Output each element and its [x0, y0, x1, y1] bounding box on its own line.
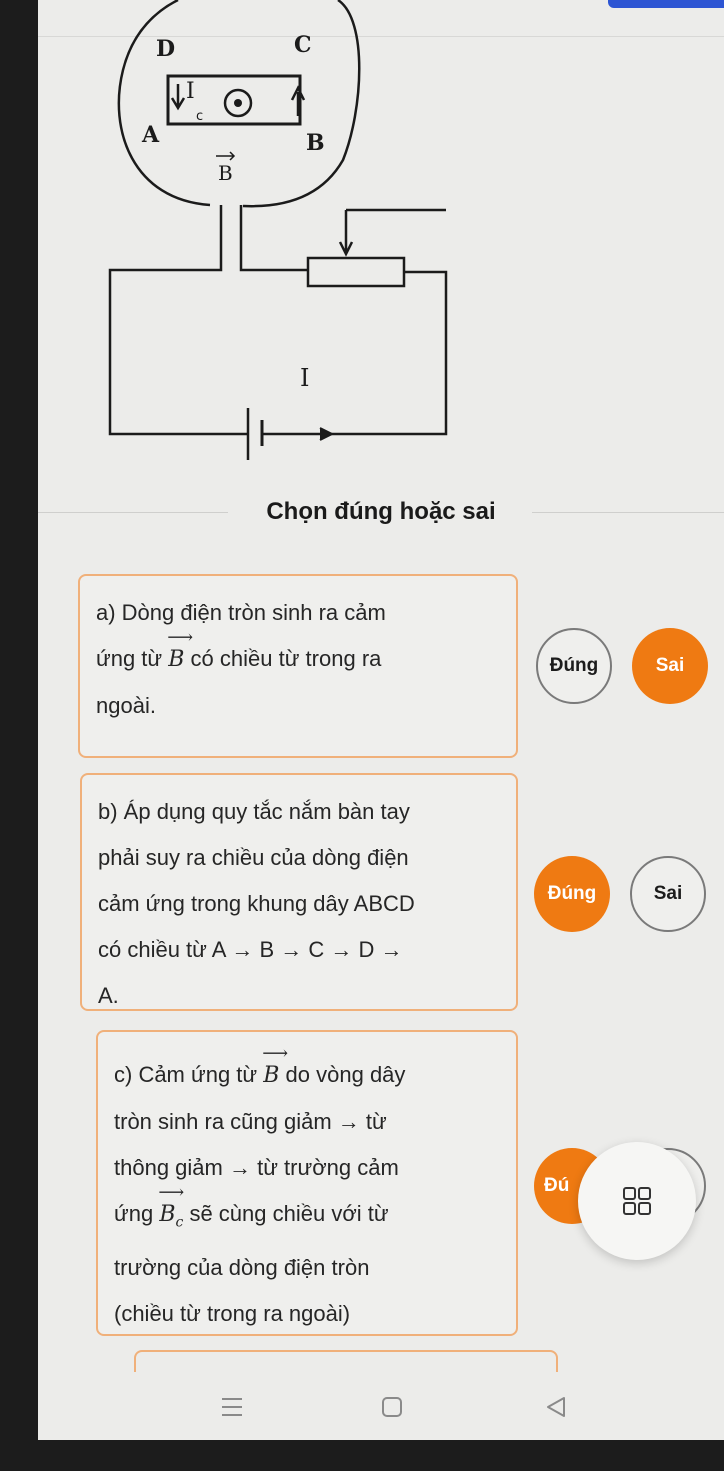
label-a: A [141, 122, 160, 148]
statement-b-false-button[interactable]: Sai [630, 856, 706, 932]
divider-right [532, 512, 724, 513]
back-button[interactable] [536, 1392, 576, 1422]
back-triangle-icon [547, 1397, 565, 1417]
grid-icon [623, 1187, 651, 1215]
statement-c-line1: c) Cảm ứng từ ⟶ B do vòng dây [114, 1043, 500, 1099]
wire-right [239, 205, 308, 272]
vector-b: ⟶ B [167, 627, 194, 672]
statement-b-line5: A. [98, 983, 119, 1008]
statement-b-card: b) Áp dụng quy tắc nắm bàn tay phải suy … [80, 773, 518, 1011]
vector-bc: ⟶ Bc [158, 1182, 185, 1231]
statement-c-line4: ứng ⟶ Bc sẽ cùng chiều với từ [114, 1182, 500, 1245]
statement-c-line5: trường của dòng điện tròn [114, 1255, 370, 1281]
statement-a-line2: ứng từ ⟶ B có chiều từ trong ra [96, 627, 500, 683]
menu-button[interactable] [212, 1392, 252, 1422]
label-c: C [294, 32, 312, 58]
label-ic-sub: c [196, 109, 203, 124]
statement-b-line2: phải suy ra chiều của dòng điện [98, 845, 409, 870]
label-ic: I [186, 79, 195, 104]
home-square-icon [382, 1397, 402, 1417]
statement-b-line3: cảm ứng trong khung dây ABCD [98, 891, 415, 916]
statement-c-card: c) Cảm ứng từ ⟶ B do vòng dây tròn sinh r… [96, 1030, 518, 1336]
circuit-figure: D C A B I c B I [108, 0, 448, 460]
statement-c-line6: (chiều từ trong ra ngoài) [114, 1301, 351, 1327]
rheostat [306, 256, 406, 288]
circuit-current-arrow [308, 427, 335, 441]
statement-a-line1: a) Dòng điện tròn sinh ra cảm [96, 600, 386, 625]
rheostat-slider [338, 208, 446, 257]
vector-b: ⟶ B [262, 1043, 289, 1088]
wire-left [108, 205, 248, 436]
statement-a-false-button[interactable]: Sai [632, 628, 708, 704]
current-arrow-down [170, 84, 186, 111]
statement-b-line4: có chiều từ A → B → C → D → [98, 937, 403, 962]
statement-a-line3: ngoài. [96, 693, 156, 718]
label-b: B [306, 130, 325, 156]
current-arrow-up [290, 85, 306, 116]
statement-a-card: a) Dòng điện tròn sinh ra cảm ứng từ ⟶ B … [78, 574, 518, 758]
floating-menu-button[interactable] [578, 1142, 696, 1260]
statement-a-true-button[interactable]: Đúng [536, 628, 612, 704]
statement-b-line1: b) Áp dụng quy tắc nắm bàn tay [98, 799, 410, 824]
statement-c-line2: tròn sinh ra cũng giảm → từ [114, 1109, 387, 1134]
statement-b-true-button[interactable]: Đúng [534, 856, 610, 932]
menu-icon [222, 1398, 242, 1416]
label-b-vector: B [218, 161, 233, 185]
system-navbar [38, 1372, 724, 1440]
section-header: Chọn đúng hoặc sai [38, 488, 724, 538]
label-i: I [300, 364, 309, 392]
label-d: D [156, 36, 175, 62]
home-button[interactable] [372, 1392, 412, 1422]
